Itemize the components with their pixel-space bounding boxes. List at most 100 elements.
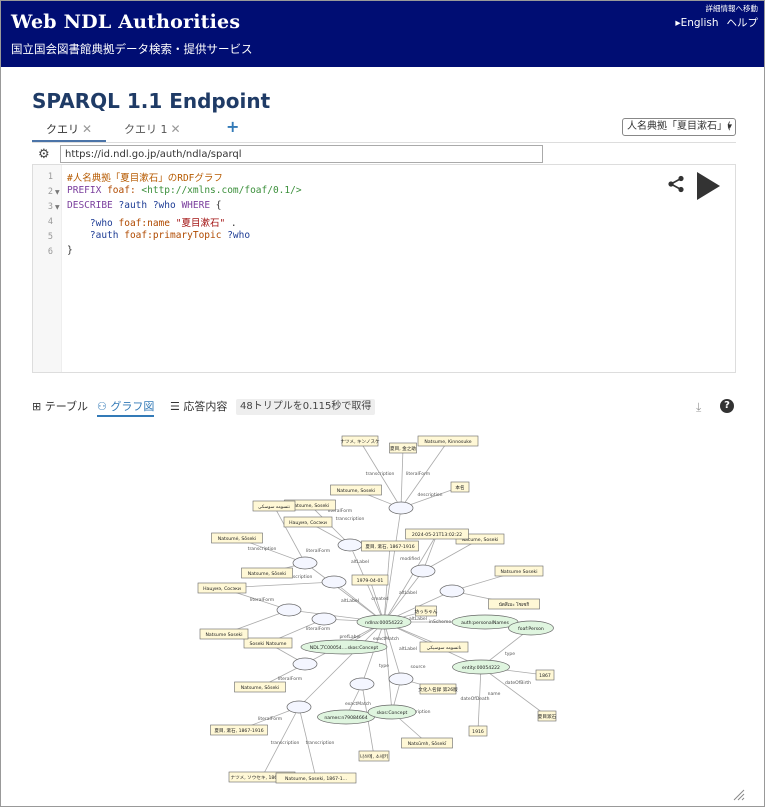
tab-graph[interactable]: ⚇ グラフ図	[97, 399, 155, 417]
line-number: 4	[47, 217, 53, 227]
resource-node[interactable]: names:n79084664	[317, 709, 375, 725]
add-tab-button[interactable]: +	[226, 117, 239, 136]
resource-node[interactable]: entity:00054222	[452, 659, 510, 675]
literal-node[interactable]: 1916	[468, 725, 488, 737]
literal-node[interactable]: 坊っちゃん	[415, 605, 438, 617]
fold-icon[interactable]: ▼	[55, 189, 60, 196]
literal-node[interactable]: 夏目, 金之助	[389, 442, 417, 454]
literal-node[interactable]: Natsume, Soseki, 1867-1...	[275, 772, 357, 784]
literal-node[interactable]: 1867	[535, 669, 555, 681]
query-editor[interactable]: 1 2 3 4 5 6 ▼ ▼ #人名典拠「夏目漱石」のRDFグラフ PREFI…	[32, 164, 736, 373]
help-icon[interactable]: ?	[720, 399, 734, 413]
svg-text:Natsume, Sōseki: Natsume, Sōseki	[248, 571, 286, 577]
blank-node[interactable]	[439, 584, 465, 598]
literal-node[interactable]: Soseki Natsume	[243, 637, 293, 649]
code-variable: ?auth	[89, 230, 119, 241]
resource-node[interactable]: skos:Concept	[367, 704, 417, 720]
help-link[interactable]: ヘルプ	[727, 17, 759, 29]
tab-response[interactable]: ☰ 応答内容	[170, 399, 227, 415]
tab-query-1[interactable]: クエリ 1 ✕	[124, 118, 204, 140]
literal-node[interactable]: نتسومه سوسکی	[252, 500, 296, 512]
blank-node[interactable]	[286, 700, 312, 714]
blank-node[interactable]	[337, 538, 363, 552]
literal-node[interactable]: 나쓰메, 소세키	[358, 750, 390, 762]
edge-label: source	[411, 664, 426, 670]
rdf-graph[interactable]: transcription literalForm description liter…	[32, 420, 736, 805]
svg-text:ndlna:00054222: ndlna:00054222	[365, 620, 403, 626]
literal-node[interactable]: Natsume Soseki	[199, 628, 249, 640]
edge-label: dateOfBirth	[505, 680, 531, 686]
svg-text:夏目漱石: 夏目漱石	[538, 713, 557, 720]
literal-node[interactable]: Нацумэ, Сосэки	[283, 516, 333, 528]
edge-label: modified	[400, 556, 420, 562]
literal-node[interactable]: Natsume, Soseki	[330, 484, 382, 496]
literal-node[interactable]: Natsume, Kinnosuke	[417, 435, 479, 447]
svg-text:Natsume Soseki: Natsume Soseki	[205, 632, 242, 638]
line-number: 3	[47, 202, 53, 212]
code-line: DESCRIBE ?auth ?who WHERE {	[67, 200, 222, 211]
literal-node[interactable]: 本名	[450, 481, 470, 493]
code-string: "夏目漱石"	[175, 218, 226, 229]
edge-label: transcription	[306, 740, 335, 746]
download-icon[interactable]: ⤓	[696, 400, 701, 415]
resource-node[interactable]: NDLプC00054....skos:Concept	[300, 639, 388, 655]
blank-node[interactable]	[388, 501, 414, 515]
literal-node[interactable]: นัตสึเมะ โซเซกิ	[488, 598, 540, 610]
close-icon[interactable]: ✕	[82, 122, 92, 136]
blank-node[interactable]	[410, 564, 436, 578]
code-dot: .	[225, 218, 237, 229]
svg-text:夏目, 漱石, 1867-1916: 夏目, 漱石, 1867-1916	[214, 727, 263, 734]
literal-node[interactable]: 文化人名録 第26版	[418, 683, 458, 695]
literal-node[interactable]: 夏目漱石	[537, 710, 557, 722]
resource-node[interactable]: auth:personalNames	[451, 614, 519, 630]
svg-text:Нацумэ, Сосэки: Нацумэ, Сосэки	[289, 520, 327, 526]
svg-text:entity:00054222: entity:00054222	[462, 665, 500, 671]
blank-node[interactable]	[276, 603, 302, 617]
literal-node[interactable]: Natsumė, Sōseki	[211, 532, 263, 544]
literal-node[interactable]: Natsume Soseki	[494, 565, 544, 577]
blank-node[interactable]	[292, 657, 318, 671]
svg-text:Natsume, Soseki: Natsume, Soseki	[337, 488, 375, 494]
literal-node[interactable]: 夏目, 漱石, 1867-1916	[210, 724, 268, 736]
literal-node[interactable]: ناتسومه سوسيكي	[419, 641, 469, 653]
query-example-select[interactable]: 人名典拠「夏目漱石」( ▾	[622, 118, 736, 136]
close-icon[interactable]: ✕	[171, 122, 181, 136]
resource-node[interactable]: ndlna:00054222	[356, 614, 412, 630]
endpoint-input[interactable]: https://id.ndl.go.jp/auth/ndla/sparql	[60, 145, 543, 163]
blank-node[interactable]	[311, 612, 337, 626]
svg-text:Soseki Natsume: Soseki Natsume	[249, 641, 286, 647]
literal-node[interactable]: ナツメ, キンノスケ	[340, 435, 380, 447]
literal-node[interactable]: 2024-05-21T13:02:22	[405, 528, 469, 540]
skip-link[interactable]: 詳細情報へ移動	[667, 3, 759, 14]
literal-node[interactable]: Нацумэ, Сосэки	[197, 582, 247, 594]
blank-node[interactable]	[388, 672, 414, 686]
run-query-button[interactable]	[695, 171, 721, 201]
gear-icon[interactable]: ⚙	[38, 147, 50, 162]
tab-label: テーブル	[44, 400, 89, 413]
tab-table[interactable]: ⊞ テーブル	[32, 399, 88, 415]
resize-handle-icon[interactable]	[733, 789, 745, 801]
literal-node[interactable]: Natsume, Sōseki	[241, 567, 293, 579]
svg-text:夏目, 金之助: 夏目, 金之助	[390, 445, 416, 452]
literal-node[interactable]: 1979-04-01	[351, 574, 389, 586]
blank-node[interactable]	[349, 677, 375, 691]
blank-node[interactable]	[292, 556, 318, 570]
code-line: ?who foaf:name "夏目漱石" .	[67, 215, 237, 229]
english-link[interactable]: ▸English	[675, 17, 718, 29]
literal-node[interactable]: 夏目, 漱石, 1867-1916	[361, 540, 419, 552]
fold-icon[interactable]: ▼	[55, 204, 60, 211]
graph-edge	[383, 507, 402, 623]
edge-label: literalForm	[406, 471, 430, 477]
svg-text:names:n79084664: names:n79084664	[324, 715, 367, 721]
edge-label: description	[417, 492, 442, 498]
svg-text:Natsume, Kinnosuke: Natsume, Kinnosuke	[424, 439, 471, 445]
resource-node[interactable]: foaf:Person	[508, 620, 554, 636]
edge-label: created	[371, 596, 388, 602]
svg-text:1867: 1867	[539, 673, 551, 679]
share-icon[interactable]	[667, 175, 685, 193]
site-brand[interactable]: Web NDL Authorities	[11, 11, 240, 33]
literal-node[interactable]: Natsūmh, Sōsekī	[401, 737, 453, 749]
blank-node[interactable]	[321, 575, 347, 589]
literal-node[interactable]: Natsume, Sōseki	[234, 681, 286, 693]
tab-query[interactable]: クエリ ✕	[32, 118, 106, 142]
